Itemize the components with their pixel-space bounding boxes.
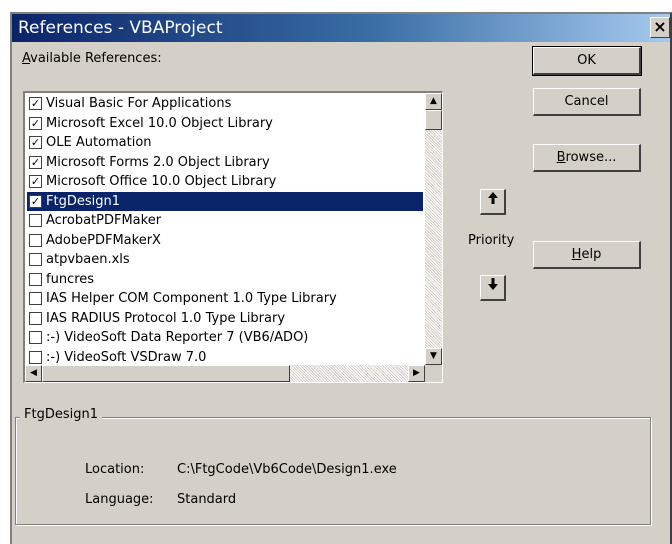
close-icon[interactable]: × xyxy=(650,17,670,38)
reference-item[interactable]: funcres xyxy=(27,270,423,290)
reference-label: funcres xyxy=(46,271,95,287)
reference-item[interactable]: AcrobatPDFMaker xyxy=(27,211,423,231)
vertical-scrollbar[interactable]: ▲ ▼ xyxy=(425,93,442,365)
scroll-right-icon[interactable]: ▶ xyxy=(408,365,425,382)
cancel-button[interactable]: Cancel xyxy=(533,88,641,116)
reference-label: OLE Automation xyxy=(46,135,152,150)
help-button[interactable]: Help xyxy=(533,241,641,269)
reference-label: Visual Basic For Applications xyxy=(46,96,232,111)
reference-label: :-) VideoSoft VSDraw 7.0 xyxy=(46,349,207,365)
reference-item[interactable]: FtgDesign1 xyxy=(27,191,423,211)
arrow-up-icon xyxy=(487,192,498,204)
language-value: Standard xyxy=(177,492,237,507)
reference-checkbox[interactable] xyxy=(29,233,42,247)
reference-label: :-) VideoSoft Data Reporter 7 (VB6/ADO) xyxy=(46,330,309,345)
reference-checkbox[interactable] xyxy=(29,272,42,286)
reference-label: AcrobatPDFMaker xyxy=(46,213,162,228)
references-list: Visual Basic For Applications Microsoft E… xyxy=(27,94,423,367)
reference-checkbox[interactable] xyxy=(29,97,42,110)
cancel-button-label: Cancel xyxy=(564,94,609,109)
ok-button-label: OK xyxy=(577,53,596,68)
reference-checkbox[interactable] xyxy=(29,350,42,364)
scroll-left-icon[interactable]: ◀ xyxy=(25,365,42,382)
reference-label: IAS RADIUS Protocol 1.0 Type Library xyxy=(46,310,286,326)
reference-checkbox[interactable] xyxy=(29,194,42,208)
priority-label: Priority xyxy=(468,233,515,248)
location-value: C:\FtgCode\Vb6Code\Design1.exe xyxy=(177,462,397,477)
ok-button[interactable]: OK xyxy=(532,46,642,76)
reference-checkbox[interactable] xyxy=(29,311,42,325)
reference-label: FtgDesign1 xyxy=(46,191,120,211)
reference-item[interactable]: Microsoft Excel 10.0 Object Library xyxy=(27,114,423,134)
horizontal-scrollbar[interactable]: ◀ ▶ xyxy=(25,365,425,382)
priority-up-button[interactable] xyxy=(480,189,506,215)
reference-label: Microsoft Office 10.0 Object Library xyxy=(46,174,277,189)
browse-button-label: Browse... xyxy=(556,150,617,165)
window-title: References - VBAProject xyxy=(18,18,223,38)
reference-checkbox[interactable] xyxy=(29,136,42,149)
reference-checkbox[interactable] xyxy=(29,214,42,227)
reference-label: atpvbaen.xls xyxy=(46,252,130,267)
reference-item[interactable]: AdobePDFMakerX xyxy=(27,231,423,251)
reference-details-title: FtgDesign1 xyxy=(20,407,102,422)
reference-item[interactable]: Microsoft Office 10.0 Object Library xyxy=(27,172,423,192)
reference-checkbox[interactable] xyxy=(29,253,42,266)
reference-item[interactable]: IAS Helper COM Component 1.0 Type Librar… xyxy=(27,289,423,309)
available-references-label: Available References: xyxy=(22,51,162,66)
reference-label: Microsoft Forms 2.0 Object Library xyxy=(46,154,270,170)
title-bar[interactable]: References - VBAProject × xyxy=(12,14,670,42)
reference-checkbox[interactable] xyxy=(29,175,42,188)
browse-button[interactable]: Browse... xyxy=(533,144,641,172)
reference-checkbox[interactable] xyxy=(29,331,42,344)
arrow-down-icon xyxy=(487,278,498,290)
scroll-up-icon[interactable]: ▲ xyxy=(425,93,442,110)
reference-item[interactable]: :-) VideoSoft Data Reporter 7 (VB6/ADO) xyxy=(27,328,423,348)
reference-checkbox[interactable] xyxy=(29,155,42,169)
vertical-scroll-thumb[interactable] xyxy=(425,110,442,130)
reference-item[interactable]: Visual Basic For Applications xyxy=(27,94,423,114)
priority-down-button[interactable] xyxy=(480,275,506,301)
scroll-down-icon[interactable]: ▼ xyxy=(425,348,442,365)
references-listbox[interactable]: Visual Basic For Applications Microsoft E… xyxy=(23,91,443,383)
reference-label: IAS Helper COM Component 1.0 Type Librar… xyxy=(46,291,337,306)
reference-label: Microsoft Excel 10.0 Object Library xyxy=(46,115,273,131)
reference-item[interactable]: IAS RADIUS Protocol 1.0 Type Library xyxy=(27,309,423,329)
reference-checkbox[interactable] xyxy=(29,292,42,305)
reference-item[interactable]: atpvbaen.xls xyxy=(27,250,423,270)
help-button-label: Help xyxy=(571,247,602,262)
language-label: Language: xyxy=(85,492,154,507)
scroll-corner xyxy=(425,365,442,382)
location-label: Location: xyxy=(85,462,145,477)
reference-label: AdobePDFMakerX xyxy=(46,232,161,248)
horizontal-scroll-thumb[interactable] xyxy=(42,365,290,382)
reference-item[interactable]: OLE Automation xyxy=(27,133,423,153)
reference-checkbox[interactable] xyxy=(29,116,42,130)
reference-item[interactable]: Microsoft Forms 2.0 Object Library xyxy=(27,153,423,173)
